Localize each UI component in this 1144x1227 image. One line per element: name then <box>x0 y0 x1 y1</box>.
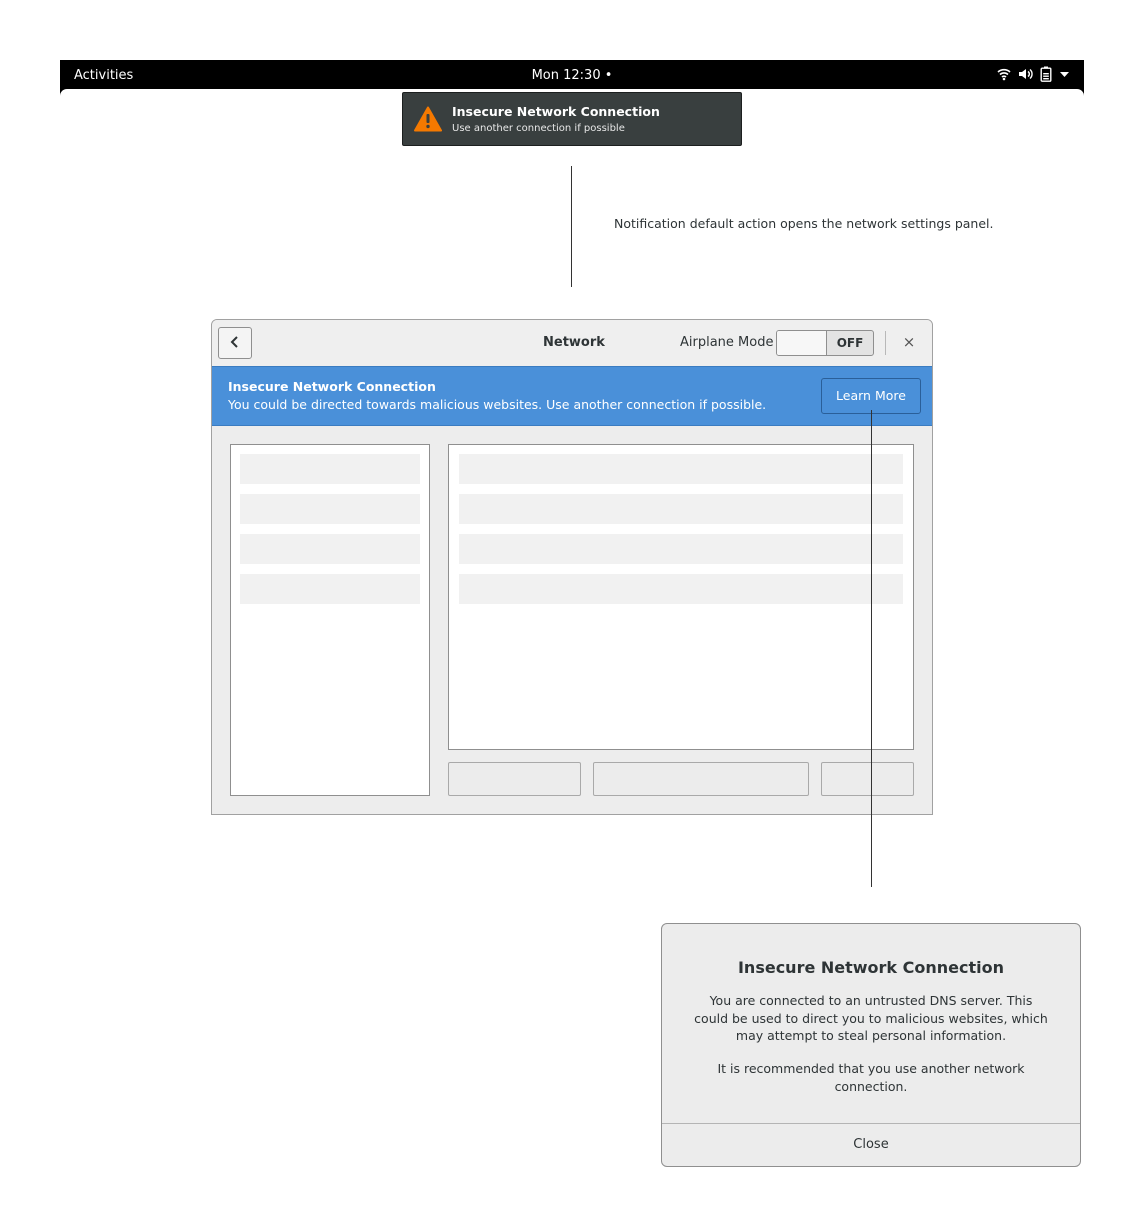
back-chevron-icon <box>229 334 241 353</box>
annotation-text: Notification default action opens the ne… <box>614 216 994 231</box>
list-item[interactable] <box>240 454 420 484</box>
warning-icon <box>414 106 442 136</box>
volume-icon <box>1018 67 1033 81</box>
list-item[interactable] <box>459 454 903 484</box>
annotation-connector <box>871 410 872 887</box>
learn-more-button[interactable]: Learn More <box>821 378 921 414</box>
switch-state: OFF <box>836 336 864 350</box>
switch-slider[interactable] <box>777 331 827 355</box>
dialog-message: You are connected to an untrusted DNS se… <box>694 993 1048 1043</box>
dialog-close-button[interactable]: Close <box>662 1123 1080 1166</box>
dialog-recommendation: It is recommended that you use another n… <box>717 1061 1025 1094</box>
placeholder-button[interactable] <box>821 762 914 796</box>
network-settings-window: Network Airplane Mode OFF × Insecure Net… <box>211 319 933 815</box>
info-bar: Insecure Network Connection You could be… <box>212 366 932 426</box>
device-list <box>230 444 430 796</box>
clock[interactable]: Mon 12:30 • <box>60 68 1084 83</box>
insecure-connection-dialog: Insecure Network Connection You are conn… <box>661 923 1081 1167</box>
back-button[interactable] <box>218 327 252 359</box>
list-item[interactable] <box>240 574 420 604</box>
dialog-title: Insecure Network Connection <box>737 958 1005 977</box>
notification-banner[interactable]: Insecure Network Connection Use another … <box>402 92 742 146</box>
battery-icon <box>1040 66 1052 82</box>
annotation-connector <box>571 166 572 287</box>
window-title: Network <box>543 335 605 350</box>
header-bar: Network Airplane Mode OFF × <box>212 320 932 366</box>
notification-body: Use another connection if possible <box>452 123 625 134</box>
top-bar: Activities Mon 12:30 • <box>60 60 1084 90</box>
list-item[interactable] <box>459 574 903 604</box>
network-details-list <box>448 444 914 750</box>
menu-arrow-icon[interactable] <box>1059 69 1070 79</box>
list-item[interactable] <box>240 494 420 524</box>
system-status-area[interactable] <box>997 66 1070 82</box>
list-item[interactable] <box>459 494 903 524</box>
placeholder-button[interactable] <box>593 762 809 796</box>
header-separator <box>885 331 886 355</box>
close-window-button[interactable]: × <box>900 333 918 351</box>
wifi-icon <box>997 67 1011 81</box>
placeholder-button[interactable] <box>448 762 581 796</box>
list-item[interactable] <box>459 534 903 564</box>
notification-title: Insecure Network Connection <box>452 104 660 119</box>
info-bar-message: You could be directed towards malicious … <box>228 397 767 412</box>
airplane-mode-label: Airplane Mode <box>680 335 774 350</box>
list-item[interactable] <box>240 534 420 564</box>
info-bar-title: Insecure Network Connection <box>228 379 436 394</box>
airplane-mode-switch[interactable]: OFF <box>776 330 874 356</box>
